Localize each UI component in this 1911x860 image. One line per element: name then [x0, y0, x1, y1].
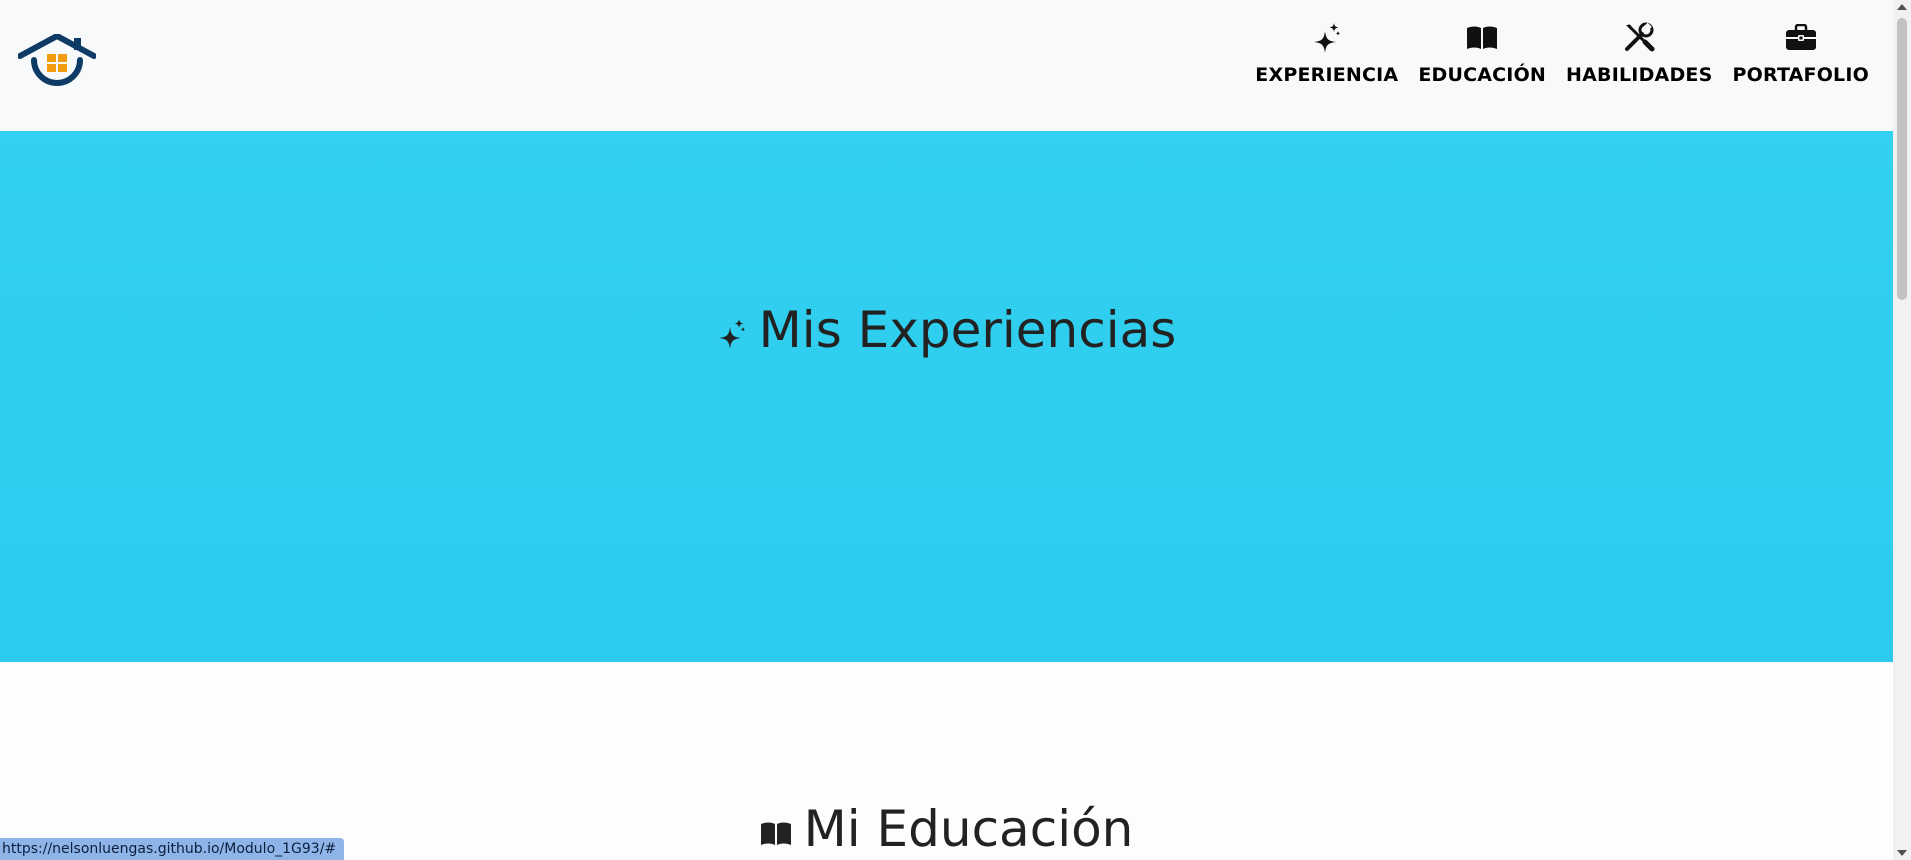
house-logo-icon	[17, 33, 97, 86]
nav-item-educacion[interactable]: EDUCACIÓN	[1418, 20, 1546, 86]
navbar: EXPERIENCIA EDUCACIÓN HABILIDADES PORTAF…	[0, 0, 1893, 131]
scroll-thumb[interactable]	[1897, 18, 1907, 300]
experience-section: Mis Experiencias	[0, 131, 1893, 662]
briefcase-icon	[1783, 20, 1819, 56]
experience-title-text: Mis Experiencias	[758, 301, 1177, 359]
nav-item-habilidades[interactable]: HABILIDADES	[1566, 20, 1712, 86]
experience-title: Mis Experiencias	[0, 301, 1893, 359]
sparkles-icon	[1309, 20, 1345, 56]
nav-item-portafolio[interactable]: PORTAFOLIO	[1732, 20, 1869, 86]
scroll-down-arrow-icon[interactable]	[1897, 850, 1907, 856]
scroll-up-arrow-icon[interactable]	[1897, 4, 1907, 10]
nav-item-experiencia[interactable]: EXPERIENCIA	[1255, 20, 1398, 86]
sparkles-icon	[718, 319, 746, 349]
nav-label-habilidades: HABILIDADES	[1566, 64, 1713, 86]
vertical-scrollbar[interactable]	[1893, 0, 1911, 860]
main-nav: EXPERIENCIA EDUCACIÓN HABILIDADES PORTAF…	[1255, 20, 1869, 86]
education-title-text: Mi Educación	[803, 800, 1134, 858]
nav-label-educacion: EDUCACIÓN	[1418, 64, 1547, 86]
tools-icon	[1621, 20, 1657, 56]
status-bar-url: https://nelsonluengas.github.io/Modulo_1…	[0, 838, 345, 860]
nav-label-portafolio: PORTAFOLIO	[1732, 64, 1869, 86]
home-logo-link[interactable]	[17, 33, 97, 94]
book-icon	[1464, 20, 1500, 56]
book-icon	[760, 822, 791, 845]
nav-label-experiencia: EXPERIENCIA	[1255, 64, 1399, 86]
